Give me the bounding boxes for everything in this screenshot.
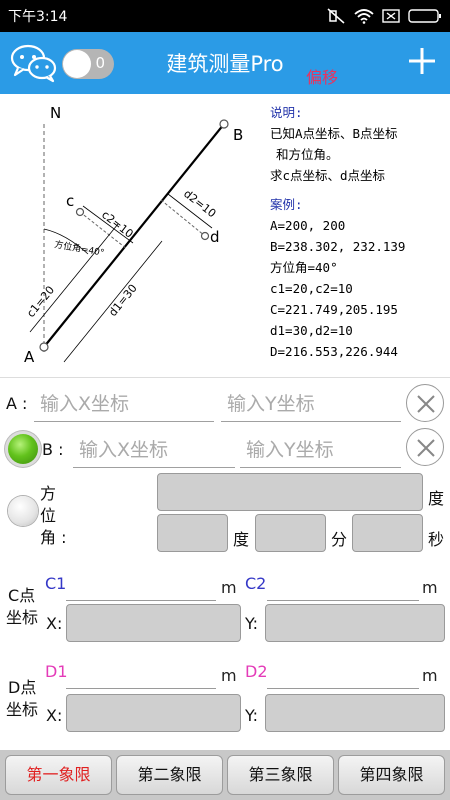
c-y-output[interactable] <box>265 604 445 642</box>
add-icon[interactable] <box>406 45 438 81</box>
a-x-input[interactable]: 输入X坐标 <box>34 386 214 422</box>
d-y-output[interactable] <box>265 694 445 732</box>
minute-input[interactable] <box>255 514 326 552</box>
point-d-row: D点 坐标 D1 m D2 m X: Y: <box>0 660 450 740</box>
d1-label: d1=30 <box>106 282 140 319</box>
title-bar: 0 建筑测量Pro 偏移 <box>0 32 450 94</box>
point-d-label: d <box>210 228 220 246</box>
point-a-row: A : 输入X坐标 输入Y坐标 <box>0 380 450 428</box>
example-title: 案例: <box>270 197 303 212</box>
notes-line: 和方位角。 <box>276 147 339 162</box>
tab-quadrant-4[interactable]: 第四象限 <box>338 755 445 795</box>
azimuth-row: 方 位 角 : 度 度 分 秒 <box>0 470 450 556</box>
d2-label: d2=10 <box>181 187 218 220</box>
c1-label: C1 <box>45 574 67 593</box>
wifi-icon <box>354 8 374 24</box>
point-c-row: C点 坐标 C1 m C2 m X: Y: <box>0 572 450 652</box>
b-y-input[interactable]: 输入Y坐标 <box>240 432 401 468</box>
example-line: d1=30,d2=10 <box>270 323 353 338</box>
tab-quadrant-2[interactable]: 第二象限 <box>116 755 223 795</box>
d2-input[interactable] <box>267 688 419 689</box>
explanation-text: 说明: 已知A点坐标、B点坐标 和方位角。 求c点坐标、d点坐标 案例: A=2… <box>270 102 448 362</box>
d-x-output[interactable] <box>66 694 241 732</box>
example-line: c1=20,c2=10 <box>270 281 353 296</box>
north-label: N <box>50 104 61 122</box>
d-label-1: D点 <box>8 678 37 697</box>
point-b-label: B <box>233 126 243 144</box>
tab-quadrant-3[interactable]: 第三象限 <box>227 755 334 795</box>
c-x-output[interactable] <box>66 604 241 642</box>
a-y-input[interactable]: 输入Y坐标 <box>221 386 401 422</box>
angle-label: 方位角=40° <box>53 238 105 259</box>
c2-unit: m <box>422 578 438 597</box>
quadrant-tabs: 第一象限 第二象限 第三象限 第四象限 <box>0 750 450 800</box>
status-bar: 下午3:14 <box>0 0 450 32</box>
status-time: 下午3:14 <box>8 9 68 25</box>
azimuth-label-2: 位 <box>40 506 57 525</box>
point-c-label: c <box>66 192 74 210</box>
title-badge: 偏移 <box>306 68 339 87</box>
diagram-panel: N B A c d c2=10 d2=10 c1=20 d1=30 方位角=40… <box>0 94 450 378</box>
d1-label: D1 <box>45 662 68 681</box>
d-x-label: X: <box>46 706 63 725</box>
d2-label: D2 <box>245 662 268 681</box>
point-a-field-label: A : <box>6 394 28 413</box>
point-b-row: B : 输入X坐标 输入Y坐标 <box>0 424 450 474</box>
close-icon <box>417 439 435 457</box>
notes-line: 求c点坐标、d点坐标 <box>270 168 386 183</box>
example-line: C=221.749,205.195 <box>270 302 398 317</box>
tab-quadrant-1[interactable]: 第一象限 <box>5 755 112 795</box>
azimuth-label-1: 方 <box>40 484 57 503</box>
c1-input[interactable] <box>66 600 216 601</box>
c-label-2: 坐标 <box>6 608 39 627</box>
azimuth-label-3: 角 : <box>40 528 67 547</box>
close-icon <box>417 395 435 413</box>
example-line: B=238.302, 232.139 <box>270 239 406 254</box>
c2-label: c2=10 <box>99 208 136 241</box>
c2-label: C2 <box>245 574 267 593</box>
notes-title: 说明: <box>270 105 303 120</box>
clear-b-button[interactable] <box>406 428 444 466</box>
d2-unit: m <box>422 666 438 685</box>
second-unit: 秒 <box>428 530 445 549</box>
offset-diagram: N B A c d c2=10 d2=10 c1=20 d1=30 方位角=40… <box>24 104 243 366</box>
mute-icon <box>326 8 346 24</box>
c-x-label: X: <box>46 614 63 633</box>
degree-unit: 度 <box>428 489 445 508</box>
minute-unit: 分 <box>331 530 348 549</box>
c-y-label: Y: <box>245 614 259 633</box>
point-b-field-label: B : <box>42 440 64 459</box>
point-a-label: A <box>24 348 35 366</box>
azimuth-radio[interactable] <box>8 496 38 526</box>
d-y-label: Y: <box>245 706 259 725</box>
b-x-input[interactable]: 输入X坐标 <box>73 432 235 468</box>
clear-a-button[interactable] <box>406 384 444 422</box>
example-line: A=200, 200 <box>270 218 346 233</box>
degree-unit: 度 <box>233 530 250 549</box>
c-label-1: C点 <box>8 586 36 605</box>
battery-icon <box>408 8 442 24</box>
azimuth-decimal-input[interactable] <box>157 473 423 511</box>
example-line: D=216.553,226.944 <box>270 344 398 359</box>
c2-input[interactable] <box>267 600 419 601</box>
d1-input[interactable] <box>66 688 216 689</box>
c1-label: c1=20 <box>24 284 57 320</box>
c1-unit: m <box>221 578 237 597</box>
d1-unit: m <box>221 666 237 685</box>
example-line: 方位角=40° <box>270 260 338 275</box>
sim-icon <box>382 8 400 24</box>
b-radio[interactable] <box>8 434 38 464</box>
page-title: 建筑测量Pro <box>166 52 284 76</box>
degree-input[interactable] <box>157 514 228 552</box>
d-label-2: 坐标 <box>6 700 39 719</box>
notes-line: 已知A点坐标、B点坐标 <box>270 126 398 141</box>
second-input[interactable] <box>352 514 423 552</box>
